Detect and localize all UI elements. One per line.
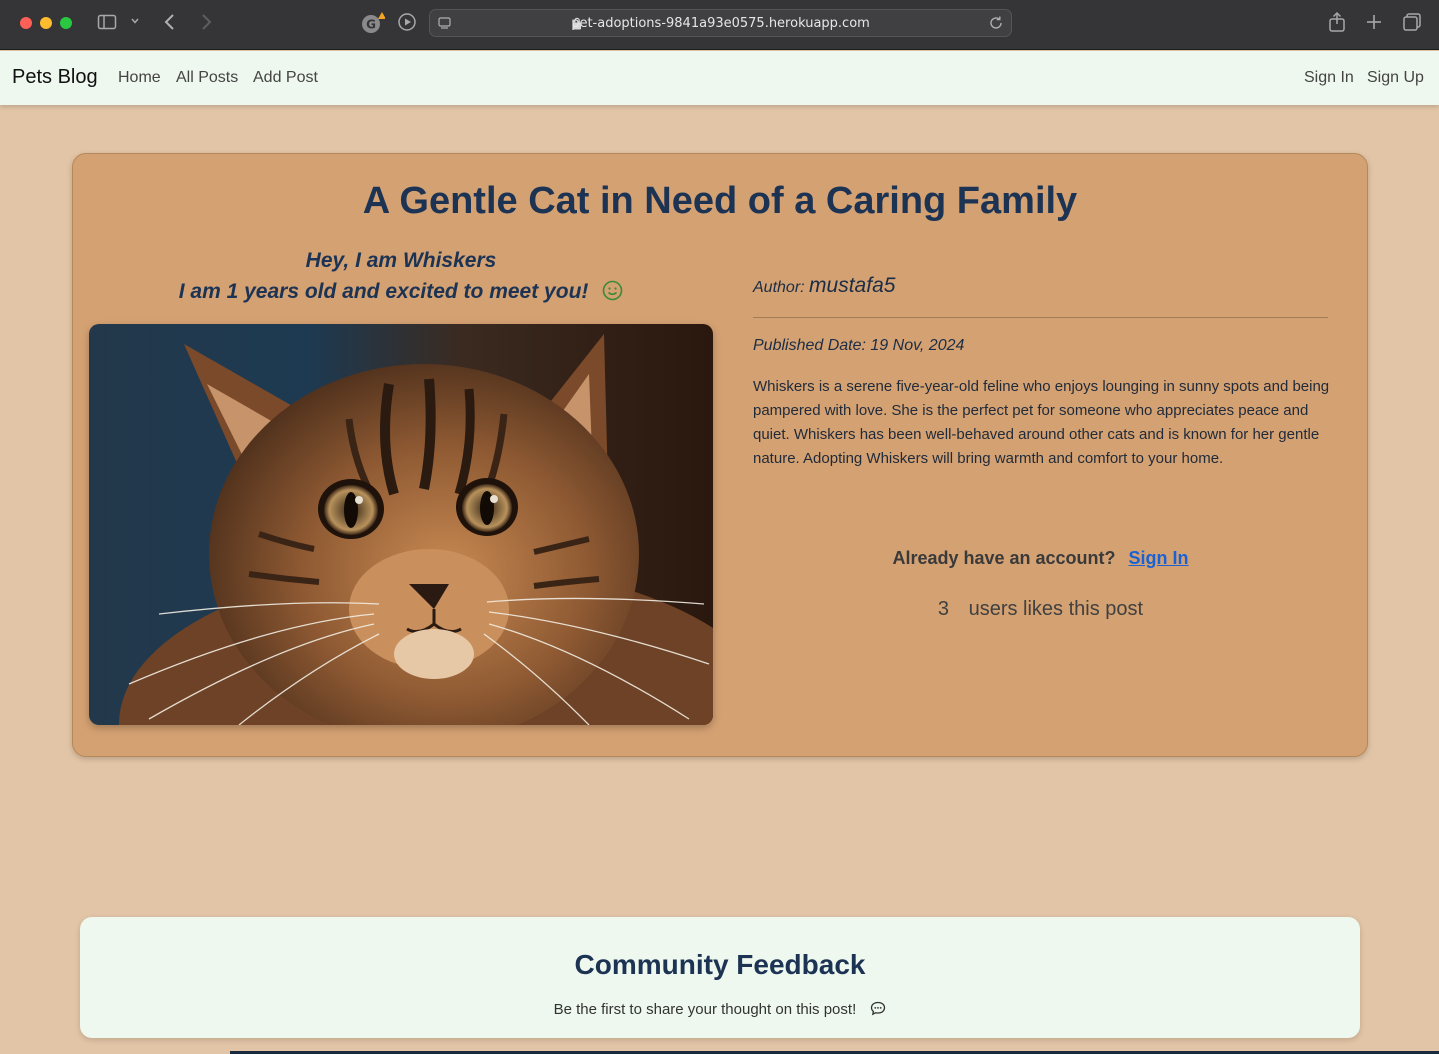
nav-home-link[interactable]: Home xyxy=(118,69,161,87)
forward-arrow-icon[interactable] xyxy=(198,12,214,32)
play-icon[interactable] xyxy=(397,12,417,32)
nav-add-post-link[interactable]: Add Post xyxy=(253,69,318,87)
feedback-empty-message: Be the first to share your thought on th… xyxy=(80,1001,1360,1020)
nav-sign-up-link[interactable]: Sign Up xyxy=(1367,69,1424,87)
tab-overview-icon[interactable] xyxy=(1402,12,1422,32)
likes-summary: 3 users likes this post xyxy=(753,598,1328,621)
published-date: Published Date: 19 Nov, 2024 xyxy=(753,337,965,354)
pet-age-text: I am 1 years old and excited to meet you… xyxy=(178,280,589,303)
sidebar-icon[interactable] xyxy=(97,12,117,32)
new-tab-icon[interactable] xyxy=(1365,13,1383,31)
post-description: Whiskers is a serene five-year-old felin… xyxy=(753,378,1330,467)
zoom-window-button[interactable] xyxy=(60,17,72,29)
account-prompt-text: Already have an account? xyxy=(892,548,1116,568)
close-window-button[interactable] xyxy=(20,17,32,29)
pet-greeting-line-1: Hey, I am Whiskers xyxy=(305,249,497,272)
chat-bubble-icon xyxy=(870,1001,886,1020)
sign-in-prompt: Already have an account? Sign In xyxy=(753,548,1328,569)
svg-text:G: G xyxy=(366,18,376,32)
nav-all-posts-link[interactable]: All Posts xyxy=(176,69,238,87)
reload-icon[interactable] xyxy=(988,15,1004,36)
sign-in-link[interactable]: Sign In xyxy=(1129,548,1189,568)
share-icon[interactable] xyxy=(1328,11,1346,33)
likes-text: users likes this post xyxy=(968,598,1144,620)
browser-toolbar: G pet-adoptions-9841a93e0575.herokuapp.c… xyxy=(0,0,1439,50)
community-feedback-section: Community Feedback Be the first to share… xyxy=(80,917,1360,1038)
address-bar[interactable]: pet-adoptions-9841a93e0575.herokuapp.com xyxy=(429,9,1012,37)
smile-icon xyxy=(602,280,623,307)
pet-photo xyxy=(89,324,713,725)
divider xyxy=(753,317,1328,318)
author-name: mustafa5 xyxy=(809,274,896,297)
likes-count: 3 xyxy=(937,598,950,620)
url-text: pet-adoptions-9841a93e0575.herokuapp.com xyxy=(571,16,870,31)
chevron-down-icon[interactable] xyxy=(130,16,140,26)
minimize-window-button[interactable] xyxy=(40,17,52,29)
back-arrow-icon[interactable] xyxy=(162,12,178,32)
site-navbar: Pets Blog Home All Posts Add Post Sign I… xyxy=(0,51,1439,105)
feedback-title: Community Feedback xyxy=(574,949,866,980)
post-card: A Gentle Cat in Need of a Caring Family … xyxy=(72,153,1368,757)
grammarly-extension-icon[interactable]: G xyxy=(361,11,385,35)
feedback-empty-text: Be the first to share your thought on th… xyxy=(553,1001,857,1018)
pet-greeting-line-2: I am 1 years old and excited to meet you… xyxy=(89,280,713,307)
post-author: Author: mustafa5 xyxy=(753,274,895,298)
author-label: Author: xyxy=(753,279,805,296)
brand-logo[interactable]: Pets Blog xyxy=(12,66,98,89)
post-title: A Gentle Cat in Need of a Caring Family xyxy=(362,180,1078,222)
nav-sign-in-link[interactable]: Sign In xyxy=(1304,69,1354,87)
